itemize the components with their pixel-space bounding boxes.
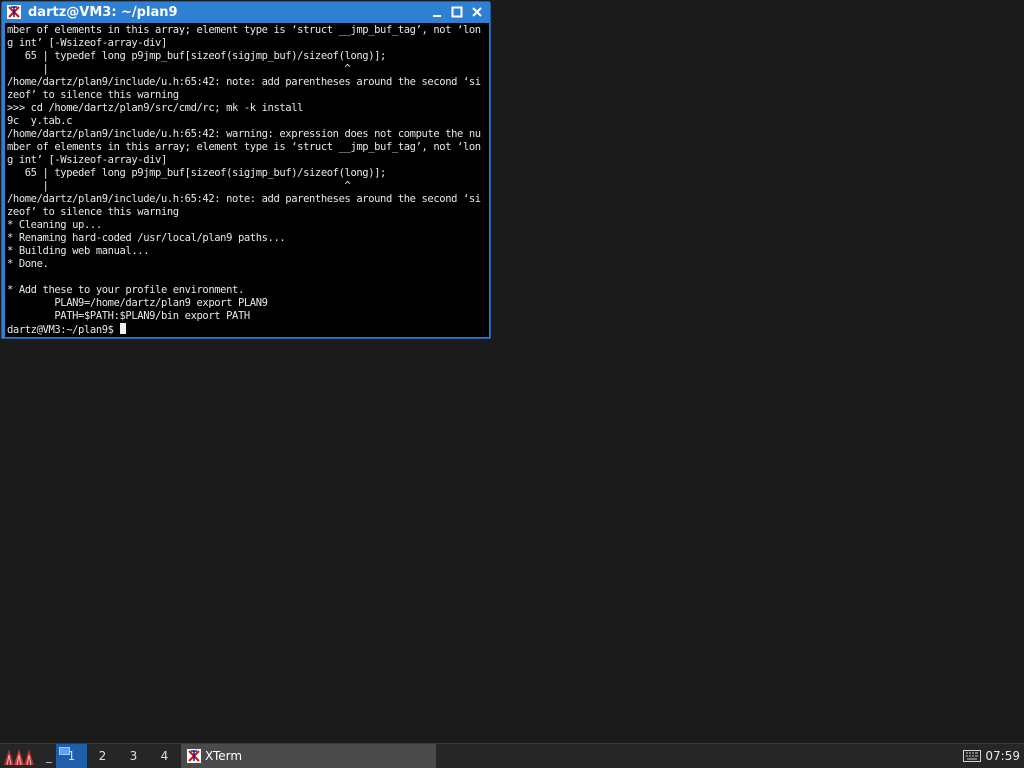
taskbar: _ 1 2 3 4 XTerm 07:59 [0, 743, 1024, 768]
workspace-2-button[interactable]: 2 [87, 744, 118, 768]
workspace-window-preview [59, 747, 70, 755]
terminal-line: PATH=$PATH:$PLAN9/bin export PATH [7, 310, 250, 322]
terminal-line: mber of elements in this array; element … [7, 141, 481, 153]
clock[interactable]: 07:59 [985, 749, 1020, 763]
workspace-label: 4 [160, 749, 169, 763]
minimize-button[interactable] [428, 4, 446, 20]
maximize-button[interactable] [448, 4, 466, 20]
terminal-line: mber of elements in this array; element … [7, 24, 481, 36]
text-cursor [119, 323, 126, 334]
terminal-line: * Done. [7, 258, 49, 270]
terminal-line: * Building web manual... [7, 245, 150, 257]
workspace-label: 3 [129, 749, 138, 763]
terminal-line: * Cleaning up... [7, 219, 102, 231]
menu-icon [4, 749, 34, 766]
xterm-icon[interactable] [6, 4, 22, 20]
maximize-icon [451, 6, 463, 18]
terminal-line: | ^ [7, 63, 351, 75]
workspace-label: 2 [98, 749, 107, 763]
show-desktop-button[interactable]: _ [42, 744, 56, 768]
workspace-4-button[interactable]: 4 [149, 744, 180, 768]
terminal-line: /home/dartz/plan9/include/u.h:65:42: war… [7, 128, 481, 140]
system-tray: 07:59 [963, 744, 1024, 768]
terminal-line: 9c y.tab.c [7, 115, 73, 127]
shell-prompt: dartz@VM3:~/plan9$ [7, 324, 120, 336]
task-label: XTerm [205, 749, 243, 763]
terminal-line: 65 | typedef long p9jmp_buf[sizeof(sigjm… [7, 167, 387, 179]
workspace-3-button[interactable]: 3 [118, 744, 149, 768]
terminal-line: 65 | typedef long p9jmp_buf[sizeof(sigjm… [7, 50, 387, 62]
close-button[interactable] [468, 4, 486, 20]
window-titlebar[interactable]: dartz@VM3: ~/plan9 [2, 2, 490, 22]
terminal-area[interactable]: mber of elements in this array; element … [5, 23, 489, 337]
terminal-line: >>> cd /home/dartz/plan9/src/cmd/rc; mk … [7, 102, 304, 114]
workspace-1-button[interactable]: 1 [56, 744, 87, 768]
taskbar-xterm-button[interactable]: XTerm [181, 744, 436, 768]
terminal-line: g int’ [-Wsizeof-array-div] [7, 154, 167, 166]
terminal-line: PLAN9=/home/dartz/plan9 export PLAN9 [7, 297, 268, 309]
terminal-output: mber of elements in this array; element … [7, 24, 487, 323]
terminal-line: | ^ [7, 180, 351, 192]
terminal-line: /home/dartz/plan9/include/u.h:65:42: not… [7, 193, 481, 205]
terminal-line: /home/dartz/plan9/include/u.h:65:42: not… [7, 76, 481, 88]
terminal-line: * Renaming hard-coded /usr/local/plan9 p… [7, 232, 286, 244]
terminal-line: zeof’ to silence this warning [7, 206, 179, 218]
start-menu-button[interactable] [0, 744, 42, 768]
terminal-line: * Add these to your profile environment. [7, 284, 244, 296]
xterm-window[interactable]: dartz@VM3: ~/plan9 mber of elements in t… [1, 1, 491, 339]
minimize-icon [433, 15, 441, 17]
terminal-line: g int’ [-Wsizeof-array-div] [7, 37, 167, 49]
close-icon [472, 7, 482, 17]
keyboard-icon[interactable] [963, 750, 982, 762]
terminal-prompt-line[interactable]: dartz@VM3:~/plan9$ [7, 323, 487, 337]
xterm-icon [187, 749, 201, 763]
terminal-line: zeof’ to silence this warning [7, 89, 179, 101]
window-title: dartz@VM3: ~/plan9 [28, 4, 178, 20]
